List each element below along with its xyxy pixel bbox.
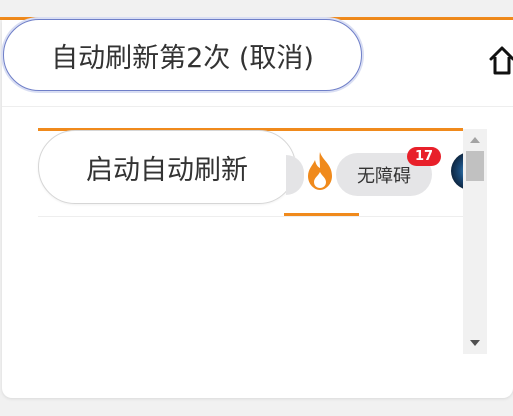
- auto-refresh-cancel-label: 自动刷新第2次 (取消): [51, 42, 314, 74]
- auto-refresh-cancel-button[interactable]: 自动刷新第2次 (取消): [3, 19, 362, 91]
- flame-icon[interactable]: [304, 150, 336, 192]
- vertical-scrollbar[interactable]: [463, 129, 487, 354]
- header-divider: [2, 106, 513, 107]
- scroll-down-arrow-icon[interactable]: [463, 332, 487, 354]
- notification-badge: 17: [407, 147, 441, 166]
- notification-count: 17: [414, 149, 434, 164]
- start-auto-refresh-label: 启动自动刷新: [86, 154, 248, 186]
- start-auto-refresh-button[interactable]: 启动自动刷新: [38, 130, 296, 204]
- accessibility-label: 无障碍: [357, 165, 411, 187]
- scroll-up-arrow-icon[interactable]: [463, 129, 487, 151]
- home-icon[interactable]: [488, 44, 513, 76]
- tab-divider: [38, 216, 463, 217]
- scrollbar-thumb[interactable]: [466, 151, 484, 181]
